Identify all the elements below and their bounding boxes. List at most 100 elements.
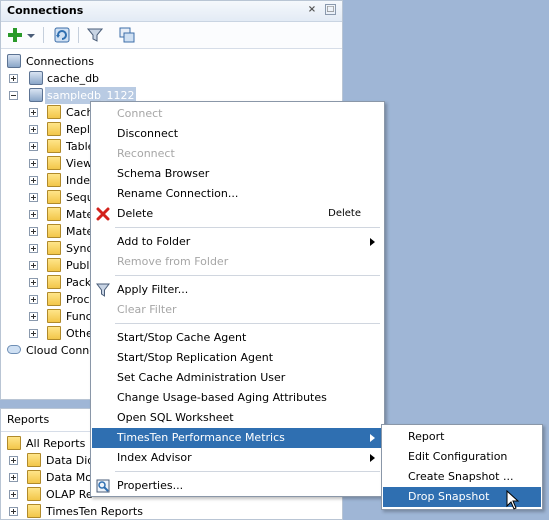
folder-icon <box>47 156 61 170</box>
collapse-icon[interactable] <box>9 91 18 100</box>
menu-item-apply-filter[interactable]: Apply Filter... <box>92 280 383 300</box>
expand-icon[interactable] <box>29 108 38 117</box>
folder-icon <box>27 487 41 501</box>
menu-item-remove-from-folder[interactable]: Remove from Folder <box>92 252 383 272</box>
menu-item-rename-connection[interactable]: Rename Connection... <box>92 184 383 204</box>
expand-icon[interactable] <box>29 210 38 219</box>
expand-icon[interactable] <box>29 312 38 321</box>
menu-item-label: Rename Connection... <box>117 187 239 200</box>
menu-item-label: Clear Filter <box>117 303 177 316</box>
menu-item-connect[interactable]: Connect <box>92 104 383 124</box>
close-icon[interactable]: × <box>306 4 318 16</box>
menu-item-label: Reconnect <box>117 147 175 160</box>
menu-item-label: TimesTen Performance Metrics <box>117 431 285 444</box>
expand-icon[interactable] <box>29 295 38 304</box>
menu-item-timesten-performance-metrics[interactable]: TimesTen Performance Metrics <box>92 428 383 448</box>
expand-icon[interactable] <box>29 278 38 287</box>
menu-item-start-stop-replication-agent[interactable]: Start/Stop Replication Agent <box>92 348 383 368</box>
submenu-item-label: Drop Snapshot <box>408 490 490 503</box>
menu-item-label: Start/Stop Replication Agent <box>117 351 274 364</box>
report-label: All Reports <box>26 437 86 450</box>
submenu-item-label: Edit Configuration <box>408 450 508 463</box>
expand-icon[interactable] <box>9 507 18 516</box>
menu-item-delete[interactable]: Delete Delete <box>92 204 383 224</box>
menu-separator <box>115 275 380 276</box>
mouse-cursor-icon <box>506 489 520 513</box>
expand-icon[interactable] <box>9 490 18 499</box>
menu-item-schema-browser[interactable]: Schema Browser <box>92 164 383 184</box>
submenu-item-edit-configuration[interactable]: Edit Configuration <box>383 447 541 467</box>
menu-item-label: Apply Filter... <box>117 283 189 296</box>
delete-icon <box>96 207 110 228</box>
expand-icon[interactable] <box>9 74 18 83</box>
menu-separator <box>115 471 380 472</box>
database-icon <box>29 71 43 85</box>
tree-root-label: Connections <box>26 55 94 68</box>
expand-icon[interactable] <box>29 227 38 236</box>
menu-item-label: Disconnect <box>117 127 179 140</box>
menu-item-label: Properties... <box>117 479 184 492</box>
expand-icon[interactable] <box>9 473 18 482</box>
reports-folder-icon <box>7 436 21 450</box>
expand-icon[interactable] <box>9 456 18 465</box>
submenu-item-report[interactable]: Report <box>383 427 541 447</box>
folder-icon <box>47 309 61 323</box>
menu-item-start-stop-cache-agent[interactable]: Start/Stop Cache Agent <box>92 328 383 348</box>
minimize-icon[interactable]: □ <box>325 4 336 15</box>
folder-icon <box>27 504 41 518</box>
menu-item-label: Schema Browser <box>117 167 210 180</box>
menu-item-disconnect[interactable]: Disconnect <box>92 124 383 144</box>
menu-separator <box>115 227 380 228</box>
menu-item-set-cache-admin-user[interactable]: Set Cache Administration User <box>92 368 383 388</box>
menu-item-index-advisor[interactable]: Index Advisor <box>92 448 383 468</box>
expand-icon[interactable] <box>29 125 38 134</box>
dropdown-arrow-icon[interactable] <box>26 27 36 43</box>
menu-item-change-aging-attributes[interactable]: Change Usage-based Aging Attributes <box>92 388 383 408</box>
menu-item-label: Delete <box>117 207 154 220</box>
tree-child-label: Othe <box>66 327 93 340</box>
folder-icon <box>47 105 61 119</box>
menu-item-add-to-folder[interactable]: Add to Folder <box>92 232 383 252</box>
menu-item-label: Index Advisor <box>117 451 192 464</box>
toolbar-separator <box>78 27 79 43</box>
expand-icon[interactable] <box>29 261 38 270</box>
submenu-item-label: Report <box>408 430 445 443</box>
folder-icon <box>47 207 61 221</box>
refresh-icon[interactable] <box>54 27 70 43</box>
connections-toolbar <box>1 22 342 49</box>
filter-icon[interactable] <box>86 27 104 43</box>
menu-item-accelerator: Delete <box>328 208 361 219</box>
folder-icon <box>47 173 61 187</box>
properties-icon <box>96 479 110 500</box>
menu-item-label: Set Cache Administration User <box>117 371 286 384</box>
connection-label: cache_db <box>47 72 100 85</box>
expand-icon[interactable] <box>29 142 38 151</box>
expand-icon[interactable] <box>29 244 38 253</box>
submenu-arrow-icon <box>370 434 375 442</box>
folder-icon <box>47 292 61 306</box>
submenu-arrow-icon <box>370 238 375 246</box>
folder-icon <box>47 326 61 340</box>
expand-icon[interactable] <box>29 329 38 338</box>
folder-icon <box>47 275 61 289</box>
cloud-icon <box>7 345 21 354</box>
menu-item-reconnect[interactable]: Reconnect <box>92 144 383 164</box>
reports-title-label: Reports <box>7 413 50 426</box>
menu-item-properties[interactable]: Properties... <box>92 476 383 496</box>
submenu-item-create-snapshot[interactable]: Create Snapshot ... <box>383 467 541 487</box>
submenu-item-label: Create Snapshot ... <box>408 470 514 483</box>
menu-item-label: Change Usage-based Aging Attributes <box>117 391 327 404</box>
menu-item-label: Start/Stop Cache Agent <box>117 331 247 344</box>
menu-separator <box>115 323 380 324</box>
schema-browser-icon[interactable] <box>119 27 135 43</box>
menu-item-open-sql-worksheet[interactable]: Open SQL Worksheet <box>92 408 383 428</box>
new-connection-icon[interactable] <box>7 27 23 43</box>
menu-item-clear-filter[interactable]: Clear Filter <box>92 300 383 320</box>
submenu-arrow-icon <box>370 454 375 462</box>
menu-item-label: Add to Folder <box>117 235 191 248</box>
expand-icon[interactable] <box>29 193 38 202</box>
expand-icon[interactable] <box>29 176 38 185</box>
connections-root-icon <box>7 54 21 68</box>
expand-icon[interactable] <box>29 159 38 168</box>
folder-icon <box>27 470 41 484</box>
